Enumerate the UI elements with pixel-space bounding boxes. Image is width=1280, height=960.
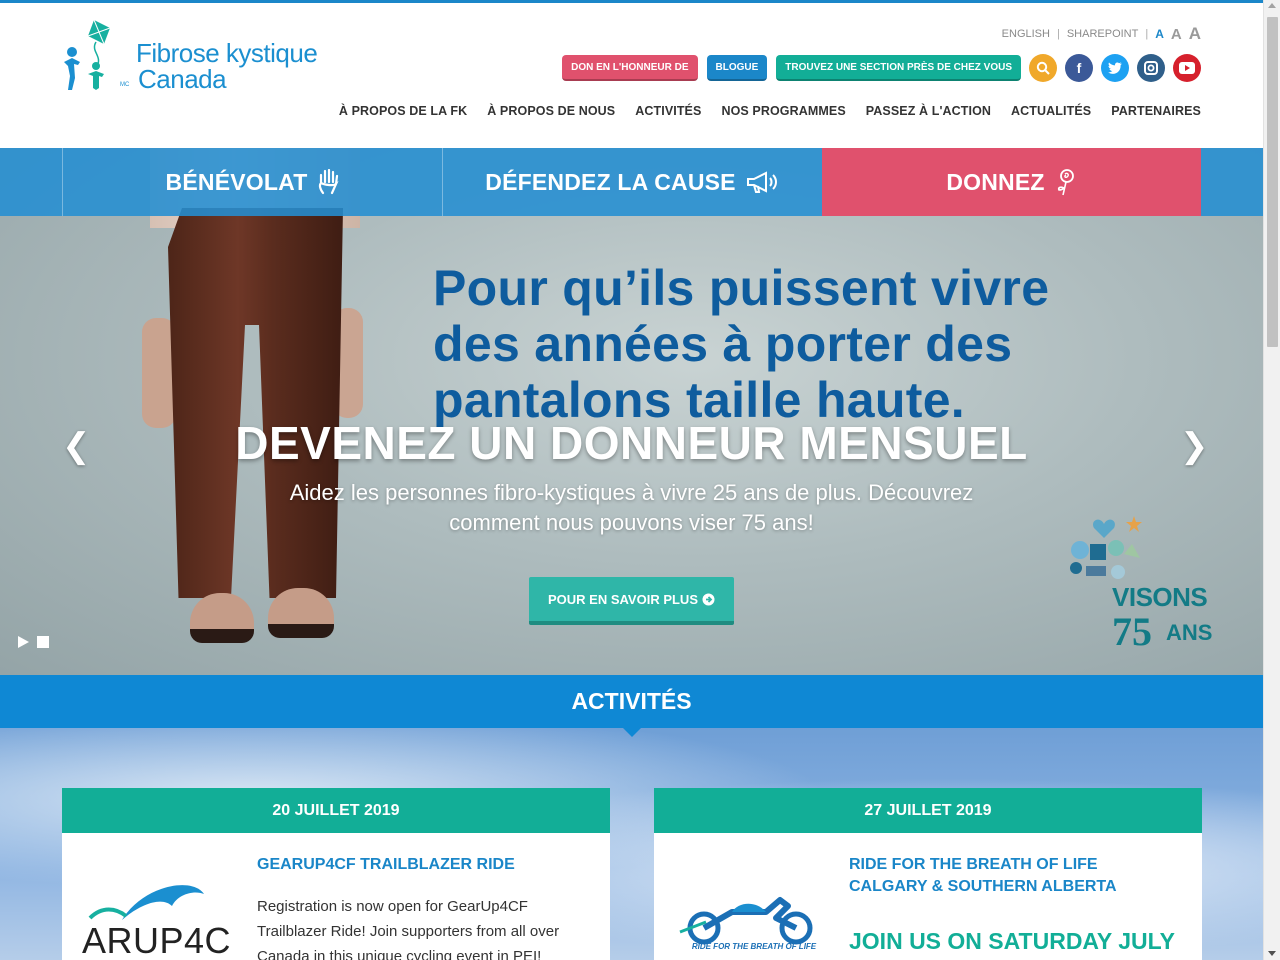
advocate-label: DÉFENDEZ LA CAUSE xyxy=(485,168,736,195)
instagram-icon[interactable] xyxy=(1137,54,1165,82)
activity-title[interactable]: RIDE FOR THE BREATH OF LIFE CALGARY & SO… xyxy=(849,854,1179,898)
carousel-next-arrow[interactable]: ❯ xyxy=(1180,426,1209,466)
play-icon[interactable] xyxy=(18,636,29,648)
donate-button[interactable]: DONNEZ xyxy=(822,148,1201,216)
activities-heading: ACTIVITÉS xyxy=(0,675,1263,728)
logo-trademark: MC xyxy=(120,82,130,88)
scroll-up-arrow[interactable] xyxy=(1268,3,1276,8)
donate-label: DONNEZ xyxy=(946,168,1045,195)
learn-more-button[interactable]: POUR EN SAVOIR PLUS xyxy=(529,577,734,625)
font-size-medium[interactable]: A xyxy=(1171,26,1182,43)
action-bar-edge xyxy=(1201,148,1263,216)
nav-item-partners[interactable]: PARTENAIRES xyxy=(1111,104,1201,118)
header-pills: DON EN L'HONNEUR DE BLOGUE TROUVEZ UNE S… xyxy=(562,55,1021,81)
arrow-circle-icon xyxy=(702,593,715,605)
megaphone-icon xyxy=(746,171,777,193)
activity-date: 20 JUILLET 2019 xyxy=(62,788,610,833)
youtube-icon[interactable] xyxy=(1173,54,1201,82)
search-icon[interactable] xyxy=(1029,54,1057,82)
activity-date: 27 JUILLET 2019 xyxy=(654,788,1202,833)
action-bar-edge xyxy=(0,148,62,216)
ride-logo: RIDE FOR THE BREATH OF LIFE xyxy=(676,892,826,960)
nav-item-programs[interactable]: NOS PROGRAMMES xyxy=(721,104,845,118)
gearup-logo: ARUP4C xyxy=(82,876,242,960)
scrollbar-thumb[interactable] xyxy=(1267,17,1278,347)
activities-notch xyxy=(622,727,642,737)
hero-title: DEVENEZ UN DONNEUR MENSUEL xyxy=(235,417,1028,469)
hero-headline-line: Pour qu’ils puissent vivre xyxy=(433,260,1050,316)
hero-photo-foot xyxy=(268,588,334,638)
utility-separator: | xyxy=(1145,28,1149,40)
hero-carousel: Pour qu’ils puissent vivre des années à … xyxy=(0,148,1263,675)
nav-item-activities[interactable]: ACTIVITÉS xyxy=(635,104,701,118)
hand-icon xyxy=(319,169,340,195)
sharepoint-link[interactable]: SHAREPOINT xyxy=(1067,28,1139,40)
scroll-down-arrow[interactable] xyxy=(1268,951,1276,956)
visons-75-logo: VISONS 75 ANS xyxy=(1060,510,1230,654)
font-size-small[interactable]: A xyxy=(1155,27,1164,41)
volunteer-button[interactable]: BÉNÉVOLAT xyxy=(62,148,442,216)
hero-headline: Pour qu’ils puissent vivre des années à … xyxy=(433,260,1153,428)
logo-line1: Fibrose kystique xyxy=(136,38,318,68)
hero-subtitle: Aidez les personnes fibro-kystiques à vi… xyxy=(289,480,974,535)
honour-donation-button[interactable]: DON EN L'HONNEUR DE xyxy=(562,55,698,81)
english-link[interactable]: ENGLISH xyxy=(1002,28,1050,40)
page-scrollbar[interactable] xyxy=(1263,0,1280,960)
carousel-prev-arrow[interactable]: ❮ xyxy=(62,426,91,466)
ride-logo-text: RIDE FOR THE BREATH OF LIFE xyxy=(691,942,817,951)
facebook-icon[interactable]: f xyxy=(1065,54,1093,82)
top-accent-line xyxy=(0,0,1263,3)
visons-number: 75 xyxy=(1112,609,1152,654)
twitter-icon[interactable] xyxy=(1101,54,1129,82)
nav-item-about-us[interactable]: À PROPOS DE NOUS xyxy=(487,104,615,118)
advocate-button[interactable]: DÉFENDEZ LA CAUSE xyxy=(442,148,822,216)
nav-item-news[interactable]: ACTUALITÉS xyxy=(1011,104,1091,118)
activity-card[interactable]: 27 JUILLET 2019 RIDE FOR THE BREATH OF L… xyxy=(654,788,1202,960)
volunteer-label: BÉNÉVOLAT xyxy=(165,168,308,195)
logo-line2: Canada xyxy=(138,64,227,94)
utility-separator: | xyxy=(1056,28,1060,40)
social-icons: f xyxy=(1029,54,1201,82)
main-navigation: À PROPOS DE LA FK À PROPOS DE NOUS ACTIV… xyxy=(339,104,1201,118)
activity-title[interactable]: GEARUP4CF TRAILBLAZER RIDE xyxy=(257,854,587,876)
carousel-controls xyxy=(18,636,49,648)
rose-icon xyxy=(1057,169,1074,196)
find-section-button[interactable]: TROUVEZ UNE SECTION PRÈS DE CHEZ VOUS xyxy=(776,55,1021,81)
blog-button[interactable]: BLOGUE xyxy=(706,55,768,81)
activity-description: Registration is now open for GearUp4CF T… xyxy=(257,898,560,960)
utility-bar: ENGLISH | SHAREPOINT | A A A xyxy=(1002,24,1201,44)
motorcycle-icon xyxy=(679,897,813,945)
font-size-large[interactable]: A xyxy=(1189,24,1201,44)
hero-photo-foot xyxy=(190,593,254,643)
gearup-logo-text: ARUP4C xyxy=(82,920,232,960)
stop-icon[interactable] xyxy=(37,636,49,648)
hero-photo-pants xyxy=(168,208,343,598)
hero-headline-line: des années à porter des xyxy=(433,316,1013,372)
learn-more-label: POUR EN SAVOIR PLUS xyxy=(547,591,698,607)
site-logo[interactable]: Fibrose kystique Canada MC xyxy=(60,18,320,98)
activity-card[interactable]: 20 JUILLET 2019 ARUP4C GEARUP4CF TRAILBL… xyxy=(62,788,610,960)
action-bar: BÉNÉVOLAT DÉFENDEZ LA CAUSE DONNEZ xyxy=(62,148,1201,216)
visons-ans: ANS xyxy=(1166,620,1213,645)
nav-item-take-action[interactable]: PASSEZ À L'ACTION xyxy=(866,104,991,118)
nav-item-about-cf[interactable]: À PROPOS DE LA FK xyxy=(339,104,467,118)
activity-subheading: JOIN US ON SATURDAY JULY 27TH! xyxy=(849,928,1175,960)
